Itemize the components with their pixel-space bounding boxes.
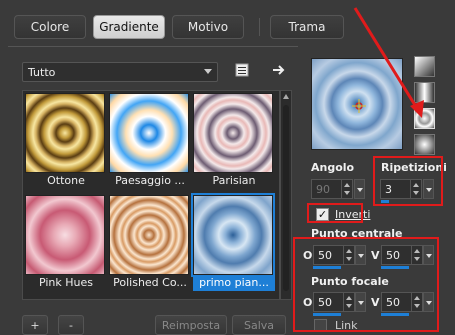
angle-input[interactable]: 90: [311, 179, 353, 199]
gradient-item-primo-piano[interactable]: primo pian...: [191, 193, 275, 291]
gradient-label: Ottone: [47, 174, 85, 187]
gradient-item-parisian[interactable]: Parisian: [193, 93, 275, 189]
scroll-up-icon[interactable]: [283, 94, 289, 99]
category-value: Tutto: [28, 65, 56, 79]
annotation-box-points: [293, 237, 439, 332]
grid-scrollbar[interactable]: [280, 90, 292, 300]
angle-dropdown[interactable]: [354, 179, 365, 199]
angle-value: 90: [316, 182, 330, 196]
gradient-item-ottone[interactable]: Ottone: [25, 93, 107, 189]
angle-stepper[interactable]: [341, 180, 352, 198]
gradient-thumbnail: [191, 193, 275, 277]
divider: [8, 46, 298, 47]
list-view-icon[interactable]: [233, 61, 251, 79]
reset-button[interactable]: Reimposta: [155, 315, 227, 335]
scrollbar-thumb[interactable]: [283, 105, 289, 291]
gradient-label: Parisian: [212, 174, 256, 187]
gradient-item-polished-copper[interactable]: Polished Co...: [109, 195, 191, 291]
gradient-thumbnail: [193, 93, 273, 173]
annotation-arrow-icon: [353, 7, 424, 118]
gradient-label: Pink Hues: [38, 276, 94, 289]
gradient-grid: Ottone Paesaggio ... Parisian Pink Hues …: [22, 90, 280, 300]
arrow-right-icon[interactable]: [270, 61, 288, 79]
save-button[interactable]: Salva: [232, 315, 286, 335]
gradient-thumbnail: [109, 93, 189, 173]
gradient-label: Paesaggio ...: [115, 174, 185, 187]
sunburst-shape-button[interactable]: [414, 134, 435, 155]
gradient-thumbnail: [25, 195, 105, 275]
annotation-box-repeats: [373, 156, 443, 206]
tab-gradiente[interactable]: Gradiente: [93, 15, 165, 39]
gradient-thumbnail: [109, 195, 189, 275]
tab-separator: [259, 18, 260, 36]
tab-colore[interactable]: Colore: [14, 15, 86, 39]
angle-label: Angolo: [311, 161, 355, 174]
chevron-down-icon: [204, 69, 212, 74]
remove-gradient-button[interactable]: -: [58, 315, 84, 335]
category-select[interactable]: Tutto: [22, 62, 218, 82]
gradient-thumbnail: [25, 93, 105, 173]
gradient-label: primo pian...: [193, 275, 275, 291]
tab-trama[interactable]: Trama: [270, 15, 344, 39]
gradient-item-paesaggio[interactable]: Paesaggio ...: [109, 93, 191, 189]
gradient-item-pink-hues[interactable]: Pink Hues: [25, 195, 107, 291]
annotation-box-invert: [307, 203, 363, 223]
add-gradient-button[interactable]: +: [22, 315, 48, 335]
tab-motivo[interactable]: Motivo: [172, 15, 244, 39]
gradient-label: Polished Co...: [113, 276, 187, 289]
